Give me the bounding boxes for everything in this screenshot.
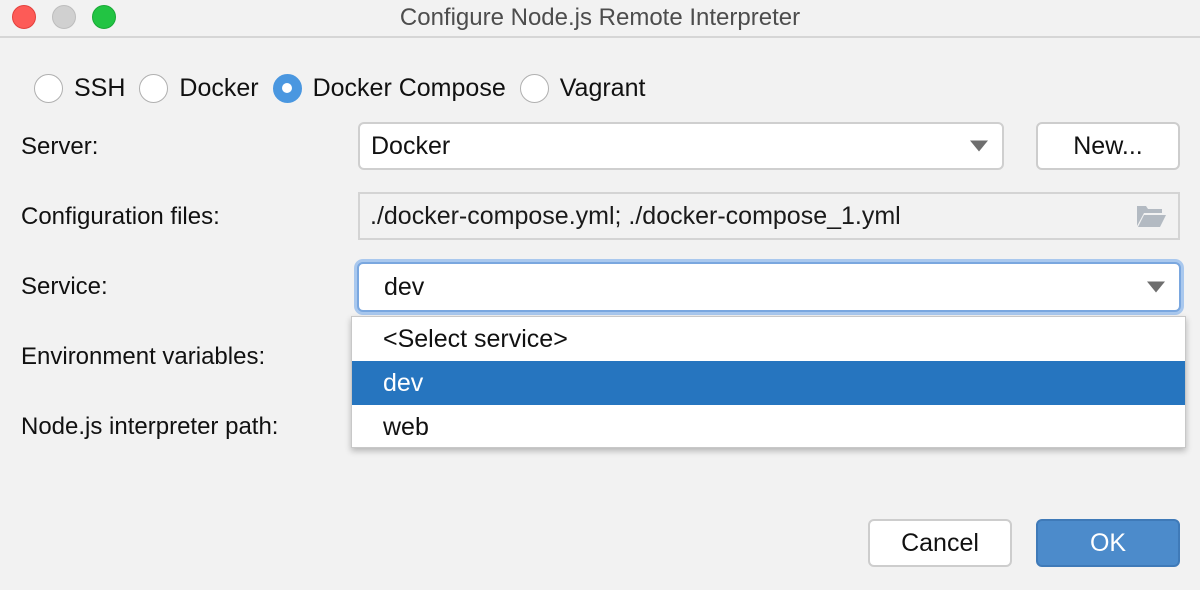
service-label: Service: [21, 273, 108, 300]
service-dropdown-list: <Select service> dev web [351, 316, 1186, 448]
service-option-select[interactable]: <Select service> [352, 317, 1185, 361]
radio-vagrant[interactable]: Vagrant [519, 73, 646, 103]
config-files-value: ./docker-compose.yml; ./docker-compose_1… [370, 201, 901, 230]
server-select-value: Docker [371, 131, 451, 160]
radio-label: Docker Compose [312, 73, 506, 102]
radio-docker[interactable]: Docker [139, 73, 259, 103]
chevron-down-icon [970, 140, 988, 152]
window-title: Configure Node.js Remote Interpreter [399, 4, 801, 31]
service-select[interactable]: dev [357, 262, 1181, 312]
radio-button[interactable] [34, 73, 63, 103]
folder-icon[interactable] [1136, 204, 1166, 228]
radio-label: Vagrant [559, 73, 646, 102]
interpreter-path-label: Node.js interpreter path: [21, 413, 279, 440]
radio-ssh[interactable]: SSH [34, 73, 126, 103]
service-select-value: dev [384, 272, 425, 301]
radio-label: SSH [74, 73, 126, 102]
connection-type-group: SSH Docker Docker Compose Vagrant [34, 70, 659, 106]
radio-button[interactable] [139, 73, 169, 103]
service-option-web[interactable]: web [352, 405, 1185, 449]
config-files-label: Configuration files: [21, 203, 220, 230]
server-select[interactable]: Docker [358, 122, 1004, 170]
config-files-field[interactable]: ./docker-compose.yml; ./docker-compose_1… [358, 192, 1180, 240]
env-vars-label: Environment variables: [21, 343, 266, 370]
radio-label: Docker [179, 73, 259, 102]
cancel-button[interactable]: Cancel [868, 519, 1012, 567]
radio-button[interactable] [519, 73, 549, 103]
radio-docker-compose[interactable]: Docker Compose [272, 73, 506, 103]
service-option-dev[interactable]: dev [352, 361, 1185, 405]
new-server-button[interactable]: New... [1036, 122, 1180, 170]
radio-button[interactable] [272, 73, 302, 103]
ok-button[interactable]: OK [1036, 519, 1180, 567]
server-label: Server: [21, 133, 99, 160]
title-bar: Configure Node.js Remote Interpreter [0, 0, 1200, 38]
chevron-down-icon [1147, 281, 1165, 293]
